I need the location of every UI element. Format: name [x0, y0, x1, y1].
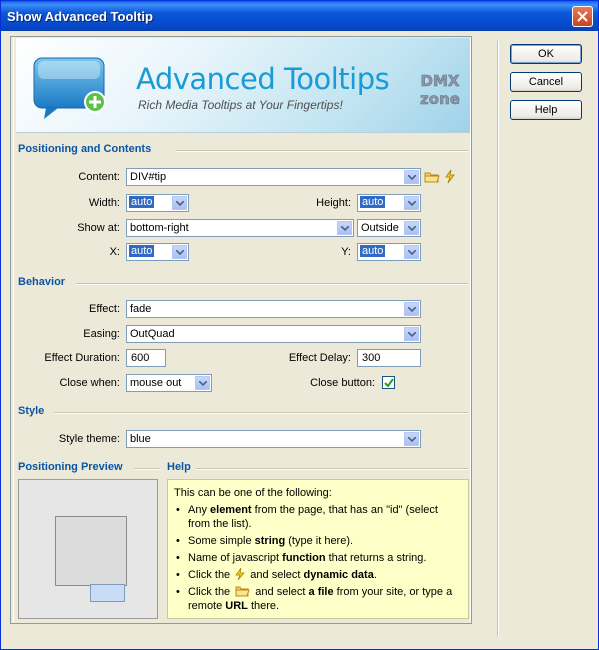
close-when-select[interactable]: mouse out: [126, 374, 212, 392]
easing-select[interactable]: OutQuad: [126, 325, 421, 343]
effect-duration-input[interactable]: 600: [126, 349, 166, 367]
preview-target-element: [55, 516, 127, 586]
content-label: Content:: [78, 171, 120, 183]
y-label: Y:: [341, 246, 351, 258]
effect-select[interactable]: fade: [126, 300, 421, 318]
section-behavior-title: Behavior: [18, 276, 66, 288]
section-divider: [196, 468, 468, 470]
chevron-down-icon[interactable]: [404, 432, 419, 446]
help-box: This can be one of the following: Any el…: [167, 479, 469, 619]
preview-tooltip: [90, 584, 125, 602]
content-select[interactable]: DIV#tip: [126, 168, 421, 186]
help-item: Any element from the page, that has an "…: [176, 503, 462, 531]
width-select[interactable]: auto: [126, 194, 189, 212]
effect-duration-label: Effect Duration:: [44, 352, 120, 364]
help-intro: This can be one of the following:: [174, 487, 332, 499]
help-item: Some simple string (type it here).: [176, 534, 462, 548]
dmxzone-logo: DMX zone: [420, 72, 460, 109]
section-divider: [76, 283, 468, 285]
y-select[interactable]: auto: [357, 243, 421, 261]
height-select[interactable]: auto: [357, 194, 421, 212]
vertical-separator: [497, 41, 499, 637]
banner-subtitle: Rich Media Tooltips at Your Fingertips!: [138, 98, 343, 112]
header-banner: Advanced Tooltips Rich Media Tooltips at…: [16, 38, 470, 133]
title-bar[interactable]: Show Advanced Tooltip: [1, 1, 598, 31]
close-button[interactable]: [572, 6, 593, 27]
positioning-preview: [18, 479, 158, 619]
showat-label: Show at:: [77, 222, 120, 234]
help-item: Name of javascript function that returns…: [176, 551, 462, 565]
showat-mode-select[interactable]: Outside: [357, 219, 421, 237]
banner-title: Advanced Tooltips: [136, 62, 390, 96]
chevron-down-icon[interactable]: [404, 170, 419, 184]
lightning-icon: [235, 567, 246, 581]
style-theme-select[interactable]: blue: [126, 430, 421, 448]
section-positioning-title: Positioning and Contents: [18, 143, 152, 155]
close-button-label: Close button:: [310, 377, 375, 389]
chevron-down-icon[interactable]: [404, 302, 419, 316]
lightning-icon[interactable]: [444, 169, 456, 184]
chevron-down-icon[interactable]: [404, 327, 419, 341]
checkmark-icon: [384, 378, 394, 388]
effect-label: Effect:: [89, 303, 120, 315]
window-title: Show Advanced Tooltip: [7, 9, 153, 24]
easing-label: Easing:: [83, 328, 120, 340]
showat-select[interactable]: bottom-right: [126, 219, 354, 237]
section-style-title: Style: [18, 405, 45, 417]
effect-delay-label: Effect Delay:: [288, 352, 351, 364]
dialog-body: Advanced Tooltips Rich Media Tooltips at…: [4, 31, 595, 646]
x-select[interactable]: auto: [126, 243, 189, 261]
close-when-label: Close when:: [59, 377, 120, 389]
chevron-down-icon[interactable]: [172, 245, 187, 259]
style-theme-label: Style theme:: [58, 433, 120, 445]
effect-delay-input[interactable]: 300: [357, 349, 421, 367]
section-help-title: Help: [167, 461, 191, 473]
dialog-window: Show Advanced Tooltip Advanced Tooltips …: [0, 0, 599, 650]
chevron-down-icon[interactable]: [404, 245, 419, 259]
chevron-down-icon[interactable]: [195, 376, 210, 390]
tooltip-bubble-logo: [33, 57, 106, 119]
folder-icon: [235, 586, 250, 597]
ok-button[interactable]: OK: [510, 44, 582, 64]
section-preview-title: Positioning Preview: [18, 461, 123, 473]
chevron-down-icon[interactable]: [404, 196, 419, 210]
cancel-button[interactable]: Cancel: [510, 72, 582, 92]
close-icon: [577, 11, 588, 22]
section-divider: [134, 468, 160, 470]
help-item: Click the and select dynamic data.: [176, 567, 462, 582]
chevron-down-icon[interactable]: [337, 221, 352, 235]
svg-text:DMX: DMX: [421, 72, 460, 90]
height-label: Height:: [316, 197, 351, 209]
folder-icon[interactable]: [424, 170, 440, 184]
section-divider: [176, 150, 468, 152]
close-button-checkbox[interactable]: [382, 376, 395, 389]
svg-text:zone: zone: [420, 90, 460, 108]
help-item: Click the and select a file from your si…: [176, 585, 462, 613]
main-panel: Advanced Tooltips Rich Media Tooltips at…: [10, 36, 472, 624]
chevron-down-icon[interactable]: [172, 196, 187, 210]
x-label: X:: [109, 246, 120, 258]
width-label: Width:: [88, 197, 120, 209]
chevron-down-icon[interactable]: [404, 221, 419, 235]
section-divider: [54, 412, 468, 414]
help-button[interactable]: Help: [510, 100, 582, 120]
